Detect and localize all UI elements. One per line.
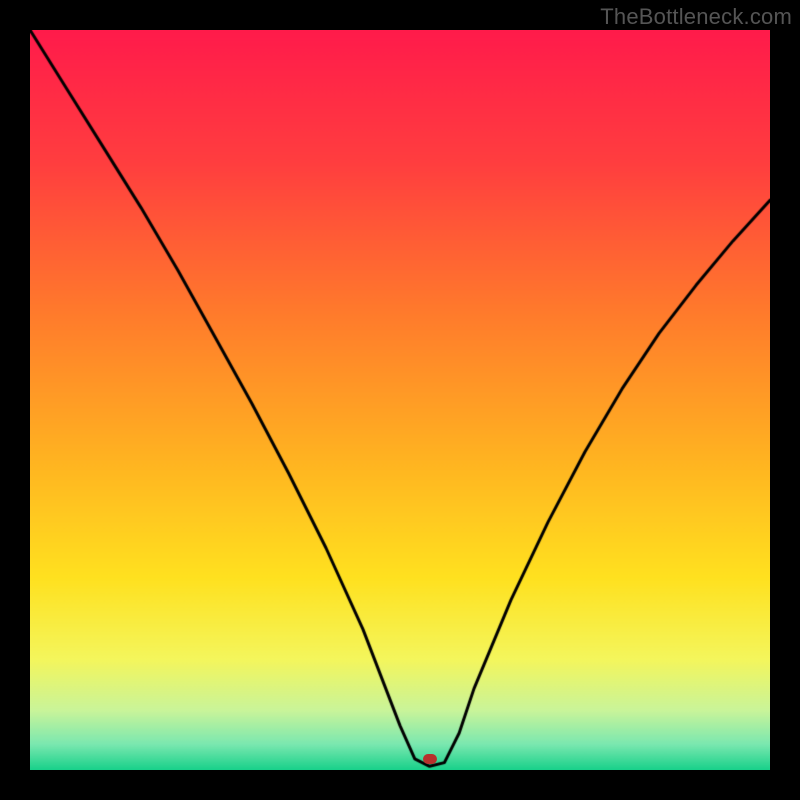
bottleneck-curve-plot: [30, 30, 770, 770]
optimal-point-marker: [423, 754, 437, 764]
attribution-label: TheBottleneck.com: [600, 4, 792, 30]
chart-container: TheBottleneck.com: [0, 0, 800, 800]
